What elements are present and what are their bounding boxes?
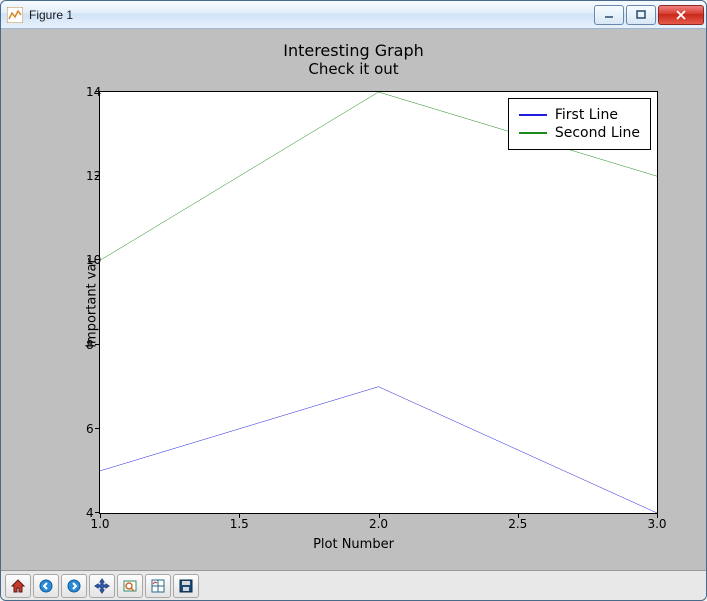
y-tick-label: 6	[86, 422, 90, 436]
matplotlib-icon	[7, 7, 23, 23]
x-axis-label: Plot Number	[313, 537, 394, 552]
x-tick-label: 3.0	[647, 517, 666, 531]
back-button[interactable]	[33, 574, 59, 598]
x-tick-mark	[100, 513, 101, 518]
x-tick-mark	[239, 513, 240, 518]
figure-window: Figure 1 Interesting Graph Check it out	[0, 0, 707, 601]
minimize-button[interactable]	[594, 5, 624, 25]
legend-swatch-first	[519, 114, 547, 116]
legend-label-second: Second Line	[555, 125, 640, 141]
legend: First Line Second Line	[508, 98, 651, 150]
x-tick-label: 1.5	[230, 517, 249, 531]
chart-subtitle: Check it out	[19, 60, 688, 78]
figure-canvas: Interesting Graph Check it out First Lin…	[1, 29, 706, 600]
y-tick-mark	[95, 91, 100, 92]
legend-label-first: First Line	[555, 107, 618, 123]
axes[interactable]: First Line Second Line 468101214 1.01.52…	[99, 91, 658, 514]
legend-item-second: Second Line	[519, 125, 640, 141]
y-tick-mark	[95, 428, 100, 429]
line-series-0	[100, 387, 657, 513]
save-button[interactable]	[173, 574, 199, 598]
nav-toolbar	[1, 570, 706, 600]
window-buttons	[592, 5, 704, 25]
forward-button[interactable]	[61, 574, 87, 598]
subplots-button[interactable]	[145, 574, 171, 598]
x-tick-mark	[518, 513, 519, 518]
x-tick-label: 1.0	[90, 517, 109, 531]
y-tick-label: 4	[86, 506, 90, 520]
y-tick-label: 14	[86, 85, 90, 99]
pan-button[interactable]	[89, 574, 115, 598]
x-tick-label: 2.5	[508, 517, 527, 531]
zoom-button[interactable]	[117, 574, 143, 598]
legend-swatch-second	[519, 132, 547, 134]
window-title: Figure 1	[29, 8, 592, 22]
close-button[interactable]	[658, 5, 704, 25]
y-tick-mark	[95, 175, 100, 176]
x-tick-label: 2.0	[369, 517, 388, 531]
y-tick-label: 12	[86, 169, 90, 183]
y-axis-label: Important var	[84, 258, 99, 348]
home-button[interactable]	[5, 574, 31, 598]
maximize-button[interactable]	[626, 5, 656, 25]
chart-title: Interesting Graph	[19, 41, 688, 60]
titlebar[interactable]: Figure 1	[1, 1, 706, 29]
x-tick-mark	[657, 513, 658, 518]
chart-lines	[100, 92, 657, 513]
legend-item-first: First Line	[519, 107, 640, 123]
plot-area: Interesting Graph Check it out First Lin…	[19, 41, 688, 564]
x-tick-mark	[379, 513, 380, 518]
